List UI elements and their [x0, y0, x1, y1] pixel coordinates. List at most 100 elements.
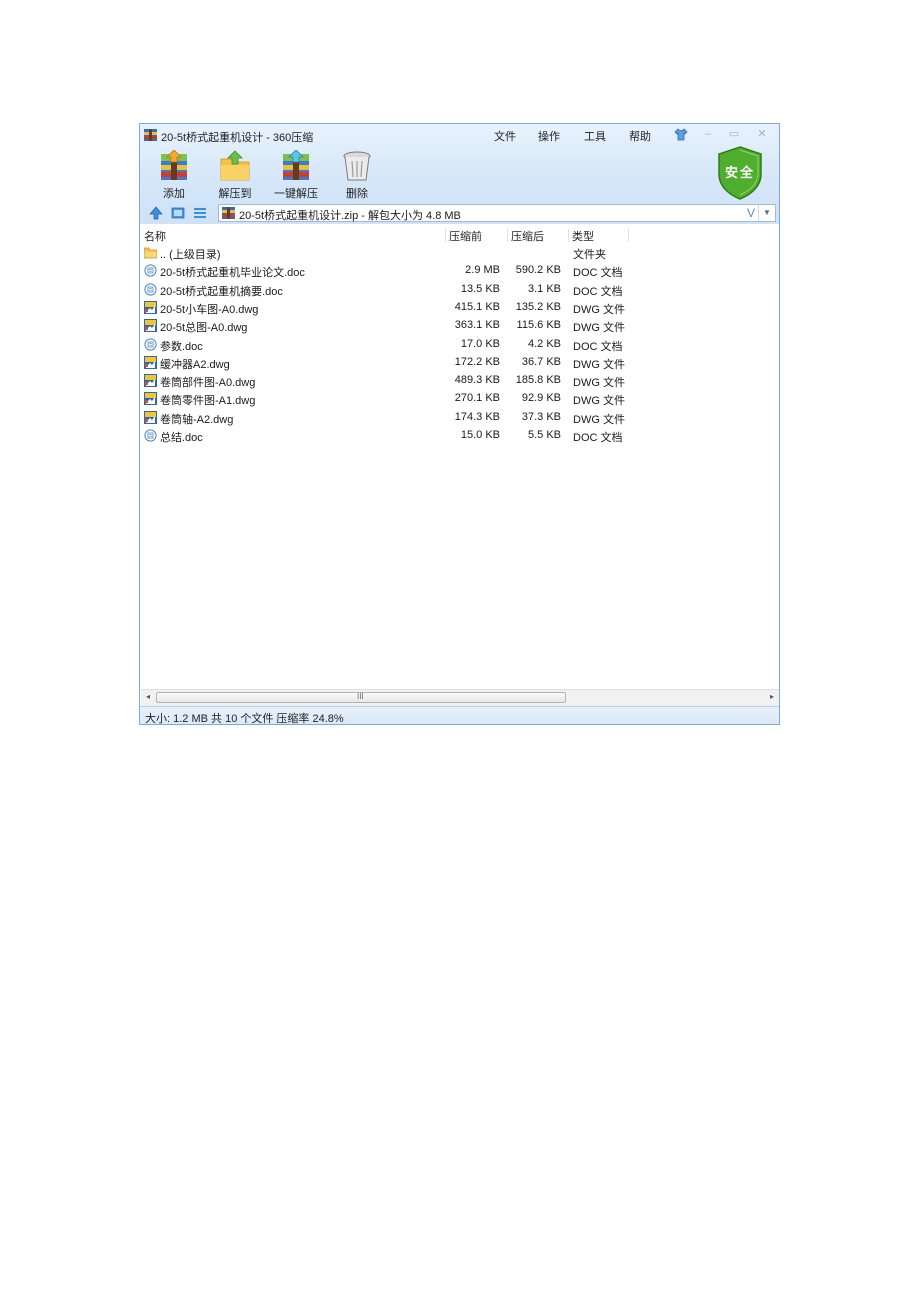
- title-bar: 20-5t桥式起重机设计 - 360压缩 文件 操作 工具 帮助 – ▭ ✕: [140, 124, 779, 146]
- maximize-icon[interactable]: ▭: [727, 128, 741, 141]
- safe-label: 安全: [724, 165, 755, 180]
- original-size: 174.3 KB: [454, 410, 500, 423]
- archive-window: 20-5t桥式起重机设计 - 360压缩 文件 操作 工具 帮助 – ▭ ✕ 添…: [139, 123, 780, 725]
- file-type: DOC 文档: [573, 432, 623, 444]
- compressed-size: 590.2 KB: [515, 264, 561, 277]
- dwg-file-icon: [144, 355, 157, 369]
- column-header-compressed-size[interactable]: 压缩后: [511, 228, 544, 244]
- file-row[interactable]: 参数.doc 17.0 KB 4.2 KB DOC 文档: [140, 336, 779, 354]
- delete-label: 删除: [346, 188, 368, 200]
- file-type: DOC 文档: [573, 340, 623, 353]
- minimize-icon[interactable]: –: [701, 128, 715, 141]
- doc-file-icon: [144, 337, 157, 351]
- original-size: 489.3 KB: [454, 374, 500, 387]
- trash-bin-icon: [343, 151, 371, 181]
- doc-file-icon: [144, 429, 157, 442]
- scroll-right-arrow-icon[interactable]: ▸: [770, 692, 774, 701]
- file-name: 卷筒零件图-A1.dwg: [160, 395, 256, 408]
- file-row[interactable]: 卷筒轴-A2.dwg 174.3 KB 37.3 KB DWG 文件: [140, 409, 779, 427]
- scrollbar-grip: III: [357, 692, 364, 701]
- file-name: 参数.doc: [160, 340, 203, 353]
- up-arrow-icon[interactable]: [149, 206, 163, 220]
- file-row[interactable]: .. (上级目录) 文件夹: [140, 244, 779, 262]
- menu-tools[interactable]: 工具: [584, 128, 606, 144]
- compressed-size: 92.9 KB: [521, 392, 561, 405]
- add-archive-icon: [161, 150, 187, 180]
- menu-operation[interactable]: 操作: [538, 128, 560, 144]
- compressed-size: 3.1 KB: [527, 282, 561, 295]
- skin-shirt-icon[interactable]: [674, 128, 688, 141]
- file-type: DWG 文件: [573, 377, 625, 390]
- column-divider[interactable]: [628, 228, 629, 242]
- file-row[interactable]: 缓冲器A2.dwg 172.2 KB 36.7 KB DWG 文件: [140, 354, 779, 372]
- file-name: .. (上级目录): [160, 249, 221, 261]
- compressed-size: 115.6 KB: [516, 319, 561, 332]
- close-icon[interactable]: ✕: [755, 128, 769, 141]
- v-button[interactable]: V: [747, 206, 755, 220]
- file-name: 20-5t总图-A0.dwg: [160, 322, 248, 335]
- file-name: 总结.doc: [160, 432, 203, 444]
- file-type: DWG 文件: [573, 303, 625, 316]
- file-row[interactable]: 卷筒部件图-A0.dwg 489.3 KB 185.8 KB DWG 文件: [140, 372, 779, 390]
- file-row[interactable]: 总结.doc 15.0 KB 5.5 KB DOC 文档: [140, 427, 779, 445]
- extract-to-folder-icon: [220, 150, 250, 181]
- one-click-extract-label: 一键解压: [274, 188, 318, 200]
- extract-to-button[interactable]: 解压到: [209, 150, 261, 200]
- one-click-extract-button[interactable]: 一键解压: [270, 150, 322, 200]
- file-list: 名称 压缩前 压缩后 类型 .. (上级目录) 文件夹 20-5t桥式起重机毕业论文…: [140, 226, 779, 688]
- column-header-type[interactable]: 类型: [572, 228, 594, 244]
- original-size: 363.1 KB: [454, 319, 500, 332]
- file-name: 卷筒轴-A2.dwg: [160, 413, 234, 426]
- file-row[interactable]: 20-5t桥式起重机摘要.doc 13.5 KB 3.1 KB DOC 文档: [140, 281, 779, 299]
- window-title: 20-5t桥式起重机设计 - 360压缩: [161, 132, 314, 144]
- address-text: 20-5t桥式起重机设计.zip - 解包大小为 4.8 MB: [239, 210, 461, 222]
- delete-button[interactable]: 删除: [331, 150, 383, 200]
- file-name: 卷筒部件图-A0.dwg: [160, 377, 256, 390]
- one-click-extract-icon: [283, 150, 309, 180]
- thumbnail-view-icon[interactable]: [171, 206, 185, 220]
- dwg-file-icon: [144, 392, 157, 406]
- compressed-size: 5.5 KB: [527, 429, 561, 441]
- menu-file[interactable]: 文件: [494, 128, 516, 144]
- address-dropdown-icon[interactable]: ▼: [758, 205, 775, 221]
- add-button[interactable]: 添加: [148, 150, 200, 200]
- scrollbar-thumb[interactable]: III: [156, 692, 566, 703]
- file-name: 20-5t桥式起重机毕业论文.doc: [160, 267, 305, 280]
- column-divider[interactable]: [568, 228, 569, 242]
- status-bar: 大小: 1.2 MB 共 10 个文件 压缩率 24.8%: [140, 706, 779, 725]
- zip-archive-icon: [222, 207, 235, 219]
- scroll-left-arrow-icon[interactable]: ◂: [146, 692, 150, 701]
- folder-icon: [143, 246, 158, 259]
- compressed-size: 135.2 KB: [515, 300, 561, 313]
- navigation-bar: 20-5t桥式起重机设计.zip - 解包大小为 4.8 MB V ▼: [140, 203, 779, 223]
- address-bar[interactable]: 20-5t桥式起重机设计.zip - 解包大小为 4.8 MB V ▼: [218, 204, 776, 222]
- list-view-icon[interactable]: [193, 206, 207, 220]
- file-row[interactable]: 卷筒零件图-A1.dwg 270.1 KB 92.9 KB DWG 文件: [140, 390, 779, 408]
- menu-help[interactable]: 帮助: [629, 128, 651, 144]
- column-header-name[interactable]: 名称: [144, 228, 166, 244]
- file-type: DWG 文件: [573, 322, 625, 335]
- archive-app-icon: [144, 129, 157, 141]
- file-row[interactable]: 20-5t总图-A0.dwg 363.1 KB 115.6 KB DWG 文件: [140, 317, 779, 335]
- compressed-size: 185.8 KB: [515, 374, 561, 387]
- dwg-file-icon: [144, 319, 157, 333]
- horizontal-scrollbar[interactable]: ◂ III ▸: [141, 689, 779, 706]
- dwg-file-icon: [144, 374, 157, 388]
- status-text: 大小: 1.2 MB 共 10 个文件 压缩率 24.8%: [145, 713, 344, 725]
- column-divider[interactable]: [507, 228, 508, 242]
- column-divider[interactable]: [445, 228, 446, 242]
- file-type: DWG 文件: [573, 413, 625, 426]
- dwg-file-icon: [144, 410, 157, 424]
- original-size: 17.0 KB: [460, 337, 500, 350]
- security-shield-badge[interactable]: 安全: [716, 146, 764, 200]
- file-type: DWG 文件: [573, 358, 625, 371]
- dwg-file-icon: [144, 300, 157, 314]
- column-header-original-size[interactable]: 压缩前: [449, 228, 482, 244]
- file-name: 缓冲器A2.dwg: [160, 358, 230, 371]
- file-name: 20-5t桥式起重机摘要.doc: [160, 285, 283, 298]
- original-size: 15.0 KB: [460, 429, 500, 441]
- compressed-size: 4.2 KB: [527, 337, 561, 350]
- file-row[interactable]: 20-5t小车图-A0.dwg 415.1 KB 135.2 KB DWG 文件: [140, 299, 779, 317]
- compressed-size: 37.3 KB: [521, 410, 561, 423]
- file-row[interactable]: 20-5t桥式起重机毕业论文.doc 2.9 MB 590.2 KB DOC 文档: [140, 262, 779, 280]
